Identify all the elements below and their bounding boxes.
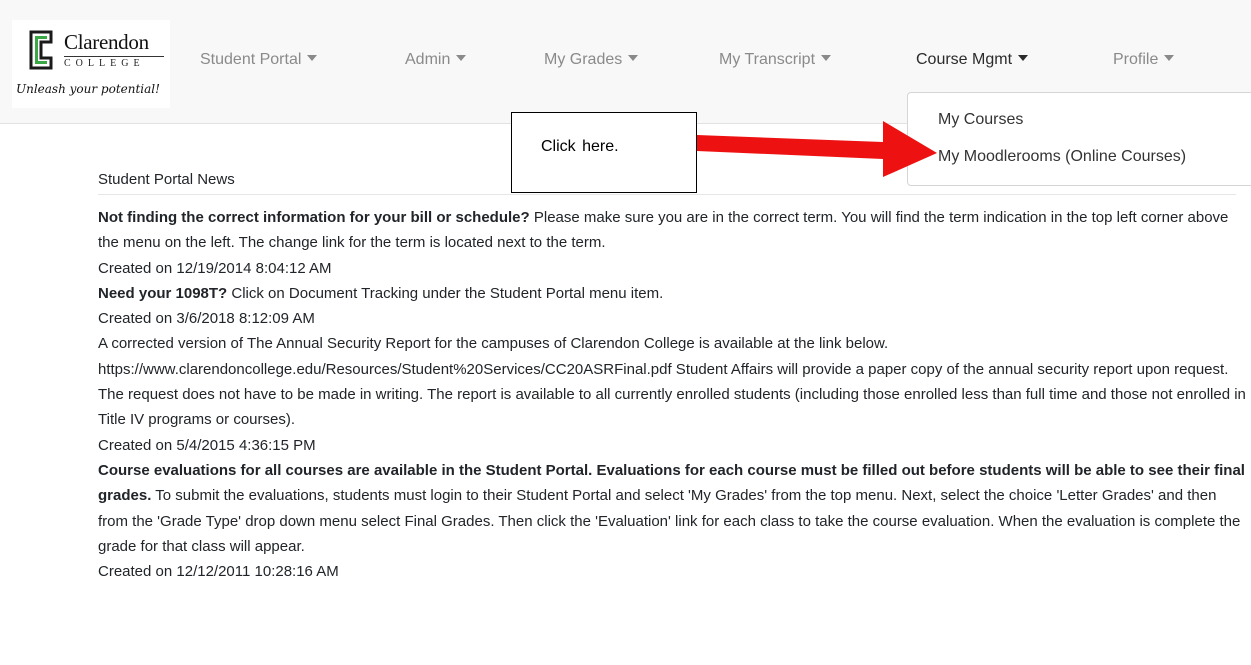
caret-down-icon	[628, 54, 639, 61]
news-item-headline: Not finding the correct information for …	[98, 209, 530, 226]
news-item-text: To submit the evaluations, students must…	[98, 487, 1241, 555]
logo-bracket-icon	[29, 30, 53, 70]
menu-item-my-courses[interactable]: My Courses	[938, 111, 1023, 129]
news-item-headline: Need your 1098T?	[98, 284, 228, 302]
news-item: A corrected version of The Annual Securi…	[98, 331, 1248, 432]
menu-item-my-moodlerooms[interactable]: My Moodlerooms (Online Courses)	[938, 148, 1186, 166]
news-item: Need your 1098T? Click on Document Track…	[98, 281, 1248, 306]
nav-profile[interactable]: Profile	[1113, 51, 1175, 69]
news-item-date: Created on 5/4/2015 4:36:15 PM	[98, 436, 316, 454]
news-title: Student Portal News	[98, 171, 235, 188]
clarendon-college-logo[interactable]: Clarendon COLLEGE Unleash your potential…	[12, 20, 170, 108]
logo-name: Clarendon	[64, 30, 149, 54]
news-item-text: A corrected version of The Annual Securi…	[98, 335, 1246, 429]
news-item-text: Click on Document Tracking under the Stu…	[227, 284, 664, 302]
news-item-date: Created on 12/12/2011 10:28:16 AM	[98, 563, 339, 581]
news-list: Not finding the correct information for …	[98, 205, 1248, 584]
caret-down-icon	[1164, 54, 1175, 61]
click-here-callout: Click here.	[511, 112, 697, 193]
logo-college-word: COLLEGE	[64, 56, 164, 69]
nav-student-portal[interactable]: Student Portal	[200, 51, 318, 69]
course-mgmt-dropdown-menu: My Courses My Moodlerooms (Online Course…	[907, 92, 1251, 186]
news-item-date: Created on 3/6/2018 8:12:09 AM	[98, 310, 315, 328]
news-divider	[98, 194, 1236, 195]
nav-admin[interactable]: Admin	[405, 51, 467, 69]
red-arrow-icon	[697, 121, 937, 177]
callout-text: Click here.	[541, 138, 619, 155]
nav-my-transcript[interactable]: My Transcript	[719, 51, 832, 69]
news-item: Course evaluations for all courses are a…	[98, 458, 1248, 559]
caret-down-icon	[307, 54, 318, 61]
nav-my-grades[interactable]: My Grades	[544, 51, 639, 69]
news-item-date: Created on 12/19/2014 8:04:12 AM	[98, 259, 332, 277]
nav-course-mgmt[interactable]: Course Mgmt	[916, 51, 1029, 69]
logo-tagline: Unleash your potential!	[16, 82, 160, 96]
news-item: Not finding the correct information for …	[98, 205, 1248, 256]
caret-down-icon	[1018, 54, 1029, 61]
caret-down-icon	[456, 54, 467, 61]
caret-down-icon	[821, 54, 832, 61]
